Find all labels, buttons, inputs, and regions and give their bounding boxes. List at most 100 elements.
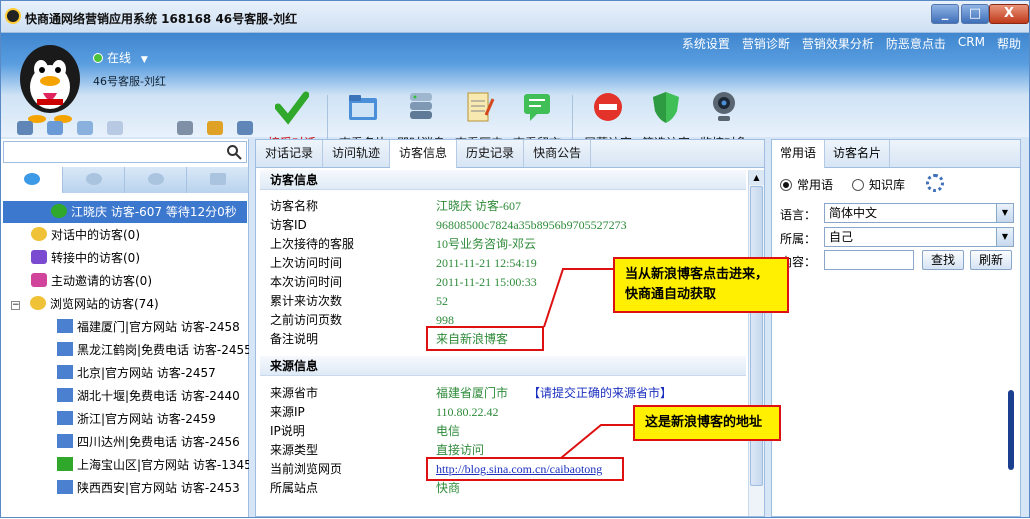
stamp-icon[interactable] — [177, 121, 193, 135]
field-row: 上次访问时间 2011-11-21 12:54:19 — [270, 254, 537, 272]
list-item[interactable]: 湖北十堰|免费电话 访客-2440 — [1, 385, 240, 407]
visitor-label: 四川达州|免费电话 访客-2456 — [77, 435, 240, 449]
list-item[interactable]: 浙江|官方网站 访客-2459 — [1, 408, 216, 430]
visitor-label: 湖北十堰|免费电话 访客-2440 — [77, 389, 240, 403]
penguin-avatar-icon[interactable] — [15, 39, 85, 125]
browsing-icon — [30, 296, 46, 310]
window-icon[interactable] — [237, 121, 253, 135]
visitor-icon — [57, 319, 73, 333]
section-header: 访客信息 — [260, 170, 746, 190]
list-item[interactable]: 黑龙江鹤岗|免费电话 访客-2455 — [1, 339, 249, 361]
field-label: 之前访问页数 — [270, 313, 343, 327]
shield-icon — [653, 92, 679, 123]
scroll-thumb[interactable] — [750, 186, 763, 486]
list-item[interactable]: 四川达州|免费电话 访客-2456 — [1, 431, 240, 453]
field-label: 所属站点 — [270, 481, 319, 495]
tree-group[interactable]: 转接中的访客(0) — [1, 247, 140, 269]
visitor-label: 浙江|官方网站 访客-2459 — [77, 412, 216, 426]
contacts-icon[interactable] — [47, 121, 63, 135]
tab-history[interactable]: 历史记录 — [457, 140, 525, 167]
field-value: 直接访问 — [436, 443, 485, 457]
gear-icon[interactable] — [926, 174, 944, 192]
minimize-button[interactable]: _ — [931, 4, 959, 24]
agent-name: 46号客服-刘红 — [93, 75, 166, 88]
transfer-icon — [31, 250, 47, 264]
field-label: 上次接待的客服 — [270, 237, 355, 251]
title-bar[interactable]: 快商通网络营销应用系统 168168 46号客服-刘红 _ □ X — [1, 1, 1029, 33]
tab-visit-trail[interactable]: 访问轨迹 — [323, 140, 391, 167]
tab-history[interactable] — [187, 167, 249, 193]
side-scrollbar[interactable] — [1008, 390, 1014, 470]
visitor-search-input[interactable] — [3, 141, 247, 163]
selected-visitor-row[interactable]: 江晓庆 访客-607 等待12分0秒 — [3, 201, 247, 223]
menu-item-settings[interactable]: 系统设置 — [682, 35, 730, 55]
scroll-up-icon[interactable]: ▲ — [749, 170, 764, 185]
tab-common-phrases[interactable]: 常用语 — [772, 140, 826, 168]
group-label: 主动邀请的访客(0) — [51, 274, 152, 288]
tab-online-visitors[interactable] — [63, 167, 125, 193]
gear-icon[interactable] — [17, 121, 33, 135]
tab-visitor-card[interactable]: 访客名片 — [825, 140, 891, 167]
field-label: 上次访问时间 — [270, 256, 343, 270]
menu-item-help[interactable]: 帮助 — [997, 35, 1021, 55]
callout-blog-address: 这是新浪博客的地址 — [633, 405, 781, 441]
check-icon — [274, 91, 310, 125]
search-button[interactable]: 查找 — [922, 250, 964, 270]
maximize-button[interactable]: □ — [961, 4, 989, 24]
report-location-link[interactable]: 【请提交正确的来源省市】 — [528, 386, 672, 400]
list-item[interactable]: 上海宝山区|官方网站 访客-1345 — [1, 454, 249, 476]
list-item[interactable]: 陕西西安|官方网站 访客-2453 — [1, 477, 240, 499]
owner-select[interactable]: 自己 ▼ — [824, 227, 1014, 247]
field-label: 访客名称 — [270, 199, 319, 213]
chevron-down-icon: ▼ — [996, 228, 1013, 246]
chatting-icon — [31, 227, 47, 241]
tree-group[interactable]: 对话中的访客(0) — [1, 224, 140, 246]
search-icon[interactable] — [226, 144, 242, 160]
field-value: 998 — [436, 313, 454, 327]
menu-item-crm[interactable]: CRM — [958, 35, 985, 55]
tab-visitor-info[interactable]: 访客信息 — [390, 140, 458, 168]
radio-knowledge-base[interactable]: 知识库 — [852, 176, 905, 193]
detail-scrollbar[interactable]: ▲ — [748, 170, 764, 516]
section-header: 来源信息 — [260, 356, 746, 376]
phone-icon[interactable] — [107, 121, 123, 135]
radio-common-phrases[interactable]: 常用语 — [780, 176, 833, 193]
app-window: 快商通网络营销应用系统 168168 46号客服-刘红 _ □ X 系统设置 营… — [0, 0, 1030, 518]
menu-bar: 系统设置 营销诊断 营销效果分析 防恶意点击 CRM 帮助 — [682, 35, 1021, 55]
close-button[interactable]: X — [989, 4, 1029, 24]
tab-chat-record[interactable]: 对话记录 — [256, 140, 324, 167]
language-label: 语言： — [780, 208, 817, 222]
field-value: 江晓庆 访客-607 — [436, 199, 521, 213]
refresh-button[interactable]: 刷新 — [970, 250, 1012, 270]
callout-auto-capture: 当从新浪博客点击进来，快商通自动获取 — [613, 257, 789, 313]
menu-item-anti-fraud[interactable]: 防恶意点击 — [886, 35, 946, 55]
menu-item-analysis[interactable]: 营销效果分析 — [802, 35, 874, 55]
visitor-icon — [57, 388, 73, 402]
tree-group[interactable]: − 浏览网站的访客(74) — [1, 293, 159, 315]
tab-chat-visitors[interactable] — [1, 167, 63, 193]
bubble-icon — [85, 173, 102, 185]
tree-group[interactable]: 主动邀请的访客(0) — [1, 270, 152, 292]
visitor-label: 江晓庆 访客-607 等待12分0秒 — [71, 205, 237, 219]
visitor-tree: 江晓庆 访客-607 等待12分0秒 对话中的访客(0) 转接中的访客(0) 主… — [1, 197, 249, 517]
content-search-input[interactable] — [824, 250, 914, 270]
status-selector[interactable]: 在线 ▼ — [93, 49, 148, 66]
group-label: 对话中的访客(0) — [51, 228, 140, 242]
visitor-label: 上海宝山区|官方网站 访客-1345 — [77, 458, 249, 472]
list-icon[interactable] — [77, 121, 93, 135]
field-value: 电信 — [436, 424, 461, 438]
field-row: IP说明 电信 — [270, 422, 460, 440]
language-select[interactable]: 简体中文 ▼ — [824, 203, 1014, 223]
menu-item-diagnosis[interactable]: 营销诊断 — [742, 35, 790, 55]
collapse-icon[interactable]: − — [11, 301, 20, 310]
tab-messages[interactable] — [125, 167, 187, 193]
visitor-label: 陕西西安|官方网站 访客-2453 — [77, 481, 240, 495]
invite-icon — [31, 273, 47, 287]
tab-announcement[interactable]: 快商公告 — [524, 140, 592, 167]
list-item[interactable]: 福建厦门|官方网站 访客-2458 — [1, 316, 240, 338]
visitor-waiting-icon — [51, 204, 67, 218]
field-row: 来源IP 110.80.22.42 — [270, 403, 499, 421]
list-item[interactable]: 北京|官方网站 访客-2457 — [1, 362, 216, 384]
shirt-icon[interactable] — [207, 121, 223, 135]
field-row: 累计来访次数 52 — [270, 292, 448, 310]
